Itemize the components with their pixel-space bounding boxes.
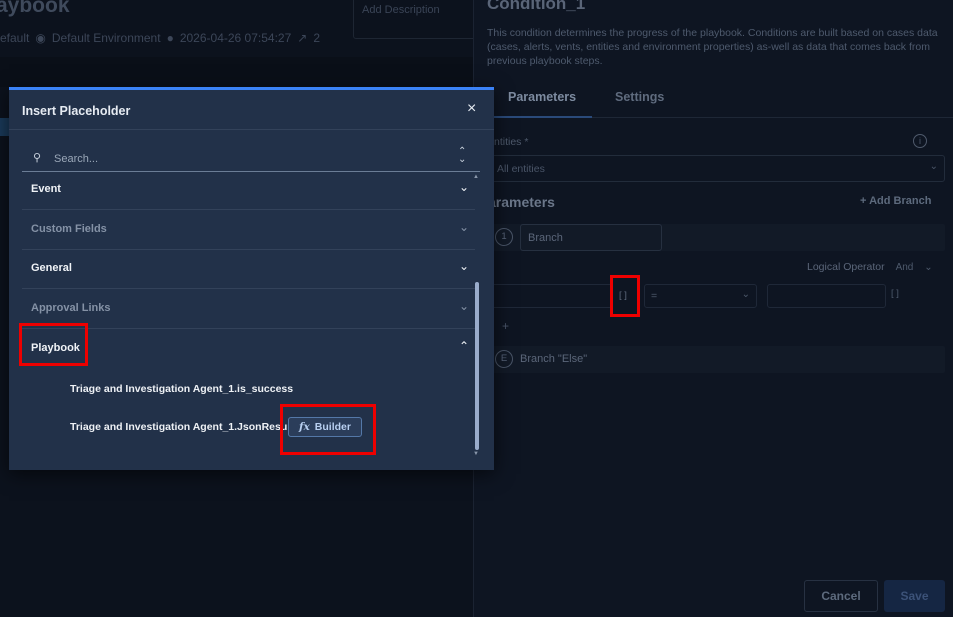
section-event[interactable]: Event ⌄ [22, 170, 475, 210]
environment-prefix: efault [0, 31, 30, 45]
playbook-title: aybook [0, 0, 70, 17]
chevron-down-icon: ⌄ [929, 161, 938, 172]
else-branch-label: Branch "Else" [520, 353, 588, 365]
edge-icon: ↗ [297, 31, 308, 45]
branch-name-input[interactable]: Branch [520, 224, 662, 251]
add-branch-button[interactable]: + Add Branch [860, 195, 931, 207]
environment-name: Default Environment [51, 31, 161, 45]
add-condition-button[interactable]: + [502, 319, 509, 333]
condition-title: Condition_1 [487, 0, 586, 13]
condition-panel: Condition_1 This condition determines th… [473, 0, 953, 617]
collapse-all-icon[interactable]: ⌃ ⌄ [458, 147, 466, 165]
timestamp: 2026-04-26 07:54:27 [179, 31, 292, 45]
canvas-toolbar [0, 57, 473, 87]
entities-select[interactable]: All entities ⌄ [488, 155, 945, 182]
section-custom-fields[interactable]: Custom Fields ⌄ [22, 210, 475, 250]
chevron-down-icon: ⌄ [458, 259, 469, 273]
section-general[interactable]: General ⌄ [22, 249, 475, 289]
branch-number-badge: 1 [495, 228, 513, 246]
value-placeholder-button[interactable]: [ ] [891, 288, 899, 299]
section-playbook[interactable]: Playbook ⌃ [22, 329, 475, 369]
else-badge: E [495, 350, 513, 368]
placeholder-item-is-success[interactable]: Triage and Investigation Agent_1.is_succ… [70, 383, 293, 395]
chevron-down-icon: ⌄ [924, 262, 933, 273]
scroll-down-arrow[interactable]: ▼ [473, 451, 479, 457]
search-icon: ⚲ [33, 152, 42, 164]
tab-settings[interactable]: Settings [615, 90, 664, 104]
description-field[interactable]: Add Description [353, 0, 483, 39]
builder-label: Builder [314, 421, 351, 433]
section-label: Event [31, 183, 61, 195]
condition-field-input[interactable] [488, 284, 613, 308]
search-placeholder: Search... [54, 153, 99, 165]
scrollbar-thumb[interactable] [475, 282, 479, 450]
entities-value: All entities [497, 163, 545, 175]
edge-count: 2 [313, 31, 321, 45]
cancel-button[interactable]: Cancel [804, 580, 878, 612]
environment-icon: ◉ [35, 31, 46, 45]
section-approval-links[interactable]: Approval Links ⌄ [22, 289, 475, 329]
operator-value: = [651, 290, 658, 302]
builder-button[interactable]: fx Builder [288, 417, 362, 437]
tab-parameters[interactable]: Parameters [508, 90, 576, 104]
insert-placeholder-modal: Insert Placeholder × ⚲ Search... ⌃ ⌄ Even… [9, 87, 494, 470]
chevron-up-icon: ⌃ [458, 339, 469, 353]
condition-value-input[interactable] [767, 284, 886, 308]
section-label: General [31, 262, 72, 274]
clock-icon: ● [166, 31, 174, 45]
function-icon: fx [299, 421, 310, 433]
parameters-heading: arameters [488, 194, 555, 210]
operator-select[interactable]: = ⌄ [644, 284, 757, 308]
condition-tabs: Parameters Settings [474, 80, 953, 118]
chevron-down-icon: ⌄ [458, 299, 469, 313]
scroll-up-arrow[interactable]: ▲ [473, 174, 479, 180]
condition-description: This condition determines the progress o… [487, 27, 938, 67]
section-label: Playbook [31, 342, 80, 354]
chevron-down-icon: ⌄ [458, 180, 469, 194]
insert-placeholder-button[interactable]: [ ] [615, 286, 631, 306]
search-input[interactable]: ⚲ Search... ⌃ ⌄ [22, 145, 480, 172]
section-label: Custom Fields [31, 223, 107, 235]
active-tab-indicator [494, 116, 592, 118]
save-button[interactable]: Save [884, 580, 945, 612]
section-label: Approval Links [31, 302, 111, 314]
chevron-down-icon: ⌄ [458, 220, 469, 234]
close-icon[interactable]: × [467, 100, 476, 118]
placeholder-item-json-result[interactable]: Triage and Investigation Agent_1.JsonRes… [70, 421, 294, 433]
logical-operator-label: Logical Operator [807, 261, 885, 273]
modal-divider [9, 129, 494, 130]
info-icon[interactable]: i [913, 134, 927, 148]
chevron-down-icon: ⌄ [741, 289, 750, 300]
logical-operator-value: And [895, 262, 914, 273]
logical-operator[interactable]: Logical Operator And ⌄ [807, 261, 933, 273]
playbook-meta: efault ◉ Default Environment ● 2026-04-2… [0, 31, 320, 45]
modal-title: Insert Placeholder [22, 104, 131, 118]
entities-label: ntities * [494, 136, 529, 148]
